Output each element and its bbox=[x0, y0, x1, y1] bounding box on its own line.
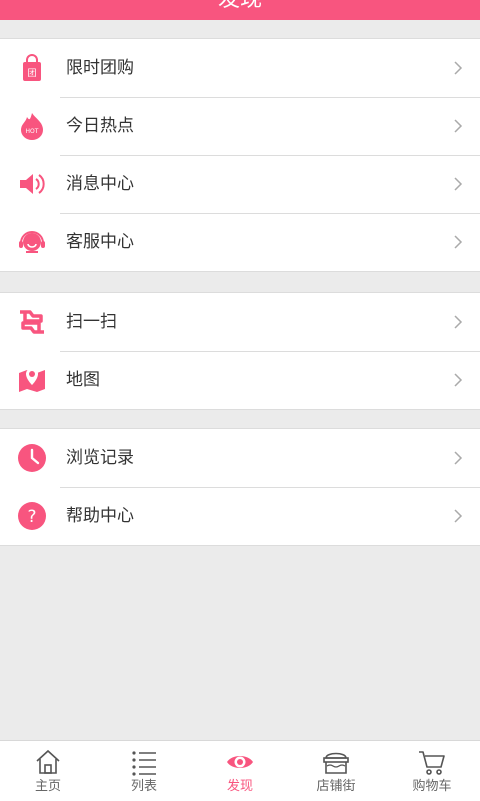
top-bar: 发现 bbox=[0, 0, 480, 20]
tab-cart[interactable]: 购物车 bbox=[384, 741, 480, 801]
bottom-tab-bar: 主页 列表 发现 店铺街 购物车 bbox=[0, 740, 480, 801]
menu-item-map[interactable]: 地图 bbox=[0, 351, 480, 409]
map-icon bbox=[19, 368, 45, 392]
hot-flame-icon: HOT bbox=[21, 113, 43, 140]
chevron-right-icon bbox=[454, 61, 463, 75]
menu-item-label: 客服中心 bbox=[66, 232, 134, 252]
tab-label: 购物车 bbox=[412, 779, 452, 794]
tab-home[interactable]: 主页 bbox=[0, 741, 96, 801]
menu-item-label: 消息中心 bbox=[66, 174, 134, 194]
menu-item-label: 帮助中心 bbox=[66, 506, 134, 526]
clock-icon bbox=[18, 444, 46, 472]
menu-item-history[interactable]: 浏览记录 bbox=[0, 429, 480, 487]
chevron-right-icon bbox=[454, 315, 463, 329]
menu-group-3: 浏览记录 ? 帮助中心 bbox=[0, 428, 480, 546]
tab-label: 主页 bbox=[34, 779, 61, 794]
home-icon bbox=[36, 749, 60, 774]
tab-store-street[interactable]: 店铺街 bbox=[288, 741, 384, 801]
question-icon: ? bbox=[18, 502, 46, 530]
menu-group-2: 扫一扫 地图 bbox=[0, 292, 480, 410]
menu-item-label: 扫一扫 bbox=[66, 312, 117, 332]
chevron-right-icon bbox=[454, 373, 463, 387]
menu-item-label: 限时团购 bbox=[66, 58, 134, 78]
menu-item-label: 浏览记录 bbox=[66, 448, 134, 468]
tab-label: 发现 bbox=[226, 779, 253, 794]
menu-item-help-center[interactable]: ? 帮助中心 bbox=[0, 487, 480, 545]
menu-item-customer-service[interactable]: 客服中心 bbox=[0, 213, 480, 271]
chevron-right-icon bbox=[454, 119, 463, 133]
tab-label: 店铺街 bbox=[316, 779, 356, 794]
menu-item-message-center[interactable]: 消息中心 bbox=[0, 155, 480, 213]
menu-group-1: 团 限时团购 HOT 今日热点 消息中心 客服中心 bbox=[0, 38, 480, 272]
svg-text:HOT: HOT bbox=[26, 128, 39, 135]
chevron-right-icon bbox=[454, 509, 463, 523]
tab-list[interactable]: 列表 bbox=[96, 741, 192, 801]
menu-item-hot-today[interactable]: HOT 今日热点 bbox=[0, 97, 480, 155]
chevron-right-icon bbox=[454, 451, 463, 465]
chevron-right-icon bbox=[454, 235, 463, 249]
eye-icon bbox=[227, 756, 253, 768]
chevron-right-icon bbox=[454, 177, 463, 191]
cart-icon bbox=[419, 751, 445, 775]
svg-text:?: ? bbox=[27, 507, 36, 527]
shopping-bag-icon: 团 bbox=[23, 54, 41, 81]
menu-item-label: 地图 bbox=[66, 370, 100, 390]
menu-item-label: 今日热点 bbox=[66, 116, 134, 136]
list-icon bbox=[132, 751, 156, 776]
headset-icon bbox=[19, 231, 45, 253]
tab-label: 列表 bbox=[130, 779, 157, 794]
speaker-icon bbox=[20, 174, 45, 194]
menu-item-scan[interactable]: 扫一扫 bbox=[0, 293, 480, 351]
tab-discover[interactable]: 发现 bbox=[192, 741, 288, 801]
svg-text:团: 团 bbox=[27, 68, 36, 79]
scan-icon bbox=[20, 310, 44, 334]
store-icon bbox=[323, 752, 349, 774]
page-title: 发现 bbox=[0, 0, 480, 14]
menu-item-group-buy[interactable]: 团 限时团购 bbox=[0, 39, 480, 97]
